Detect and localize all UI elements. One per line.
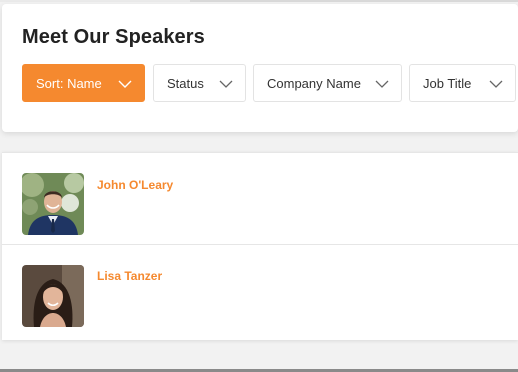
sort-dropdown[interactable]: Sort: Name (22, 64, 145, 102)
speakers-header-card: Meet Our Speakers Sort: Name Status Comp… (2, 4, 518, 132)
status-filter-dropdown[interactable]: Status (153, 64, 246, 102)
speaker-list-item[interactable]: John O'Leary (2, 152, 518, 245)
speaker-name-link[interactable]: John O'Leary (97, 178, 173, 192)
speaker-list-item[interactable]: Lisa Tanzer (2, 245, 518, 338)
speakers-list: John O'Leary Lisa Tanzer (2, 152, 518, 340)
chevron-down-icon (219, 80, 233, 88)
top-border (0, 0, 518, 2)
chevron-down-icon (375, 80, 389, 88)
company-filter-dropdown[interactable]: Company Name (253, 64, 402, 102)
page-title: Meet Our Speakers (22, 26, 205, 48)
speaker-name-link[interactable]: Lisa Tanzer (97, 269, 162, 283)
chevron-down-icon (489, 80, 503, 88)
company-filter-label: Company Name (267, 75, 361, 91)
job-title-filter-label: Job Title (423, 75, 472, 91)
sort-dropdown-label: Sort: Name (36, 75, 102, 91)
job-title-filter-dropdown[interactable]: Job Title (409, 64, 516, 102)
speaker-avatar-photo[interactable] (22, 173, 84, 235)
speaker-avatar-photo[interactable] (22, 265, 84, 327)
chevron-down-icon (118, 80, 132, 88)
status-filter-label: Status (167, 75, 204, 91)
